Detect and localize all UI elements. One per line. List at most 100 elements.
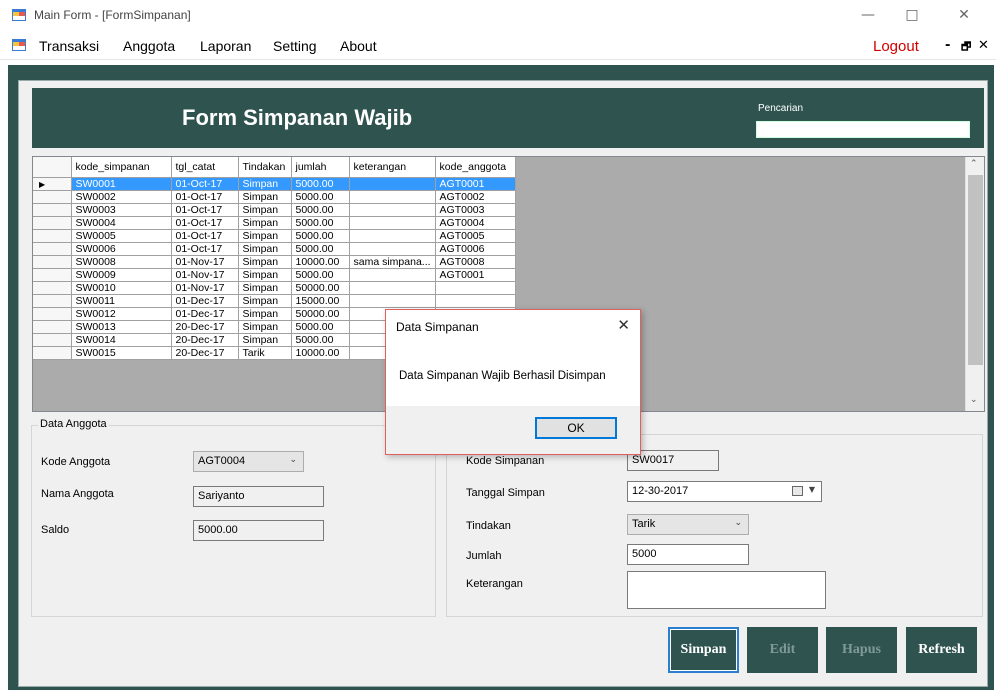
menu-transaksi[interactable]: Transaksi — [39, 38, 99, 54]
table-cell[interactable]: 5000.00 — [291, 216, 350, 230]
table-cell[interactable]: Simpan — [238, 333, 292, 347]
table-cell[interactable]: 5000.00 — [291, 190, 350, 204]
table-cell[interactable] — [435, 294, 516, 308]
table-cell[interactable]: 01-Dec-17 — [171, 294, 239, 308]
table-cell[interactable]: 10000.00 — [291, 255, 350, 269]
table-cell[interactable]: SW0004 — [71, 216, 172, 230]
table-cell[interactable]: AGT0001 — [435, 268, 516, 282]
table-cell[interactable] — [349, 294, 436, 308]
table-cell[interactable] — [349, 190, 436, 204]
row-header[interactable] — [33, 242, 72, 256]
table-row[interactable]: SW0006 01-Oct-17 Simpan 5000.00 AGT0006 — [33, 242, 516, 256]
table-cell[interactable]: 5000.00 — [291, 203, 350, 217]
saldo-field[interactable]: 5000.00 — [193, 520, 324, 541]
row-header[interactable] — [33, 216, 72, 230]
table-cell[interactable]: AGT0008 — [435, 255, 516, 269]
table-cell[interactable]: 01-Nov-17 — [171, 255, 239, 269]
table-cell[interactable]: SW0008 — [71, 255, 172, 269]
table-row[interactable]: SW0004 01-Oct-17 Simpan 5000.00 AGT0004 — [33, 216, 516, 230]
table-cell[interactable]: 01-Oct-17 — [171, 216, 239, 230]
scroll-down-icon[interactable]: ⌄ — [970, 395, 978, 405]
minimize-button[interactable]: — — [846, 4, 890, 26]
table-cell[interactable]: AGT0004 — [435, 216, 516, 230]
ok-button[interactable]: OK — [535, 417, 617, 439]
keterangan-field[interactable] — [627, 571, 826, 609]
column-header[interactable]: keterangan — [349, 157, 436, 178]
calendar-icon[interactable] — [792, 486, 803, 496]
table-cell[interactable]: 50000.00 — [291, 281, 350, 295]
menu-anggota[interactable]: Anggota — [123, 38, 175, 54]
menu-about[interactable]: About — [340, 38, 377, 54]
table-cell[interactable]: 5000.00 — [291, 229, 350, 243]
table-cell[interactable] — [349, 177, 436, 191]
grid-vertical-scrollbar[interactable]: ⌃ ⌄ — [965, 157, 984, 411]
scroll-thumb[interactable] — [968, 175, 983, 365]
maximize-button[interactable]: □ — [890, 4, 934, 26]
menu-setting[interactable]: Setting — [273, 38, 317, 54]
table-cell[interactable]: Simpan — [238, 307, 292, 321]
table-cell[interactable]: SW0006 — [71, 242, 172, 256]
table-cell[interactable]: 20-Dec-17 — [171, 320, 239, 334]
row-header[interactable] — [33, 268, 72, 282]
mdi-restore-button[interactable]: 🗗 — [961, 38, 971, 57]
kode-anggota-select[interactable]: AGT0004 ⌄ — [193, 451, 304, 472]
table-cell[interactable]: 5000.00 — [291, 242, 350, 256]
hapus-button[interactable]: Hapus — [826, 627, 897, 673]
column-header[interactable]: tgl_catat — [171, 157, 239, 178]
simpan-button[interactable]: Simpan — [668, 627, 739, 673]
table-cell[interactable]: 01-Nov-17 — [171, 268, 239, 282]
table-cell[interactable]: Simpan — [238, 268, 292, 282]
table-cell[interactable]: 20-Dec-17 — [171, 333, 239, 347]
nama-anggota-field[interactable]: Sariyanto — [193, 486, 324, 507]
table-row[interactable]: ▶ SW0001 01-Oct-17 Simpan 5000.00 AGT0001 — [33, 177, 516, 191]
table-cell[interactable]: Simpan — [238, 216, 292, 230]
logout-link[interactable]: Logout — [873, 38, 919, 55]
row-header[interactable] — [33, 255, 72, 269]
table-cell[interactable] — [349, 216, 436, 230]
table-row[interactable]: SW0009 01-Nov-17 Simpan 5000.00 AGT0001 — [33, 268, 516, 282]
table-cell[interactable]: 01-Oct-17 — [171, 229, 239, 243]
table-cell[interactable]: SW0009 — [71, 268, 172, 282]
mdi-child-icon[interactable] — [12, 39, 26, 51]
dialog-close-icon[interactable]: ✕ — [617, 316, 630, 334]
scroll-up-icon[interactable]: ⌃ — [970, 159, 978, 169]
chevron-down-icon[interactable]: ▼ — [809, 485, 815, 494]
tindakan-select[interactable]: Tarik ⌄ — [627, 514, 749, 535]
table-cell[interactable]: Simpan — [238, 190, 292, 204]
table-cell[interactable]: Simpan — [238, 203, 292, 217]
table-cell[interactable]: 01-Oct-17 — [171, 177, 239, 191]
column-header[interactable]: Tindakan — [238, 157, 292, 178]
table-row[interactable]: SW0002 01-Oct-17 Simpan 5000.00 AGT0002 — [33, 190, 516, 204]
table-cell[interactable]: SW0014 — [71, 333, 172, 347]
table-cell[interactable]: AGT0002 — [435, 190, 516, 204]
column-header[interactable]: jumlah — [291, 157, 350, 178]
table-cell[interactable]: Simpan — [238, 281, 292, 295]
table-cell[interactable]: Simpan — [238, 242, 292, 256]
table-cell[interactable]: SW0012 — [71, 307, 172, 321]
table-row[interactable]: SW0005 01-Oct-17 Simpan 5000.00 AGT0005 — [33, 229, 516, 243]
table-cell[interactable]: SW0003 — [71, 203, 172, 217]
row-header[interactable] — [33, 333, 72, 347]
table-row[interactable]: SW0011 01-Dec-17 Simpan 15000.00 — [33, 294, 516, 308]
table-cell[interactable]: Simpan — [238, 229, 292, 243]
table-cell[interactable]: 20-Dec-17 — [171, 346, 239, 360]
chevron-down-icon[interactable]: ⌄ — [289, 455, 297, 465]
search-input[interactable] — [756, 121, 970, 138]
table-cell[interactable]: SW0010 — [71, 281, 172, 295]
table-cell[interactable]: sama simpana... — [349, 255, 436, 269]
table-cell[interactable]: Simpan — [238, 294, 292, 308]
table-cell[interactable]: Simpan — [238, 177, 292, 191]
table-cell[interactable]: Tarik — [238, 346, 292, 360]
table-cell[interactable]: SW0015 — [71, 346, 172, 360]
table-row[interactable]: SW0010 01-Nov-17 Simpan 50000.00 — [33, 281, 516, 295]
table-cell[interactable]: Simpan — [238, 255, 292, 269]
table-cell[interactable] — [349, 281, 436, 295]
table-cell[interactable]: AGT0006 — [435, 242, 516, 256]
table-cell[interactable]: 5000.00 — [291, 320, 350, 334]
table-cell[interactable] — [349, 229, 436, 243]
table-cell[interactable]: 15000.00 — [291, 294, 350, 308]
column-header[interactable]: kode_anggota — [435, 157, 516, 178]
table-cell[interactable]: 01-Dec-17 — [171, 307, 239, 321]
table-cell[interactable]: AGT0005 — [435, 229, 516, 243]
window-close-button[interactable]: ✕ — [942, 4, 986, 26]
